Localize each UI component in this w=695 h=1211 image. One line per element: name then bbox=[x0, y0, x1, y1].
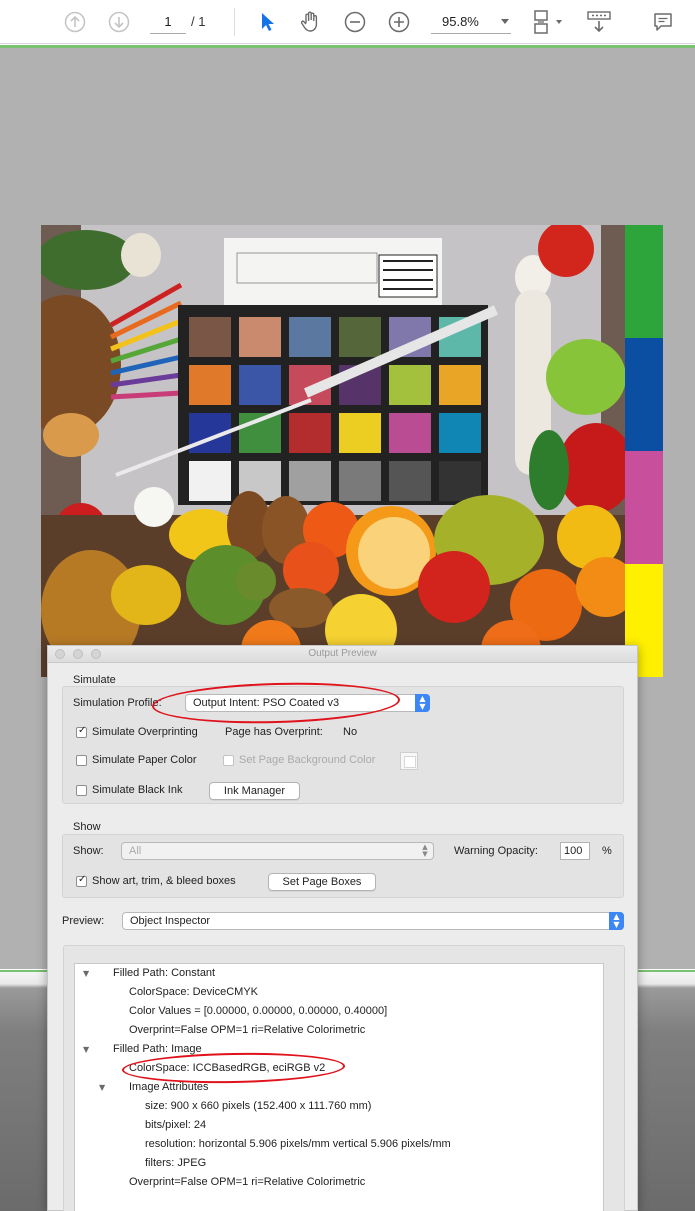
toolbar-divider bbox=[234, 8, 235, 36]
simulate-black-ink-checkbox[interactable] bbox=[76, 785, 87, 796]
top-toolbar: 1 / 1 95.8% bbox=[0, 0, 695, 44]
color-checker-patch bbox=[339, 413, 381, 453]
zoom-in-icon[interactable] bbox=[387, 10, 411, 34]
preview-dropdown[interactable]: Object Inspector ▲ ▼ bbox=[122, 912, 624, 930]
disclosure-triangle-icon[interactable]: ▼ bbox=[83, 1045, 89, 1054]
color-bar bbox=[625, 225, 663, 338]
color-checker-patch bbox=[239, 365, 281, 405]
set-page-boxes-button[interactable]: Set Page Boxes bbox=[268, 873, 376, 891]
tree-item[interactable]: ColorSpace: ICCBasedRGB, eciRGB v2 bbox=[129, 1059, 325, 1077]
chevron-updown-icon: ▲ ▼ bbox=[415, 694, 430, 712]
color-checker-patch bbox=[389, 413, 431, 453]
previous-page-icon[interactable] bbox=[63, 10, 87, 34]
show-bleed-boxes-label: Show art, trim, & bleed boxes bbox=[92, 875, 236, 887]
object-inspector-tree[interactable]: ▼ Filled Path: Constant ColorSpace: Devi… bbox=[74, 963, 604, 1211]
dialog-titlebar[interactable]: Output Preview bbox=[48, 646, 637, 663]
tree-item[interactable]: Overprint=False OPM=1 ri=Relative Colori… bbox=[129, 1173, 365, 1191]
disclosure-triangle-icon[interactable]: ▼ bbox=[83, 969, 89, 978]
object-inspector-panel: ▼ Filled Path: Constant ColorSpace: Devi… bbox=[63, 945, 625, 1211]
simulation-profile-value: Output Intent: PSO Coated v3 bbox=[193, 697, 340, 709]
hand-tool-icon[interactable] bbox=[298, 8, 324, 36]
tree-item[interactable]: Filled Path: Image bbox=[113, 1040, 202, 1058]
color-checker-patch bbox=[289, 413, 331, 453]
toolbar-accent-line bbox=[0, 44, 695, 48]
tree-item[interactable]: Filled Path: Constant bbox=[113, 964, 215, 982]
tree-item[interactable]: resolution: horizontal 5.906 pixels/mm v… bbox=[145, 1135, 451, 1153]
chevron-updown-icon: ▲ ▼ bbox=[422, 843, 428, 858]
chevron-updown-icon: ▲ ▼ bbox=[609, 912, 624, 930]
page-display-icon[interactable] bbox=[530, 8, 568, 36]
simulate-overprinting-label: Simulate Overprinting bbox=[92, 726, 198, 738]
simulate-overprinting-checkbox[interactable] bbox=[76, 725, 87, 738]
set-page-background-label: Set Page Background Color bbox=[239, 754, 376, 766]
page-background-color-swatch[interactable] bbox=[400, 752, 418, 770]
color-checker-patch bbox=[189, 461, 231, 501]
preview-value: Object Inspector bbox=[130, 915, 211, 927]
page-has-overprint-value: No bbox=[343, 726, 358, 738]
tree-item[interactable]: Color Values = [0.00000, 0.00000, 0.0000… bbox=[129, 1002, 387, 1020]
zoom-out-icon[interactable] bbox=[343, 10, 367, 34]
show-label: Show: bbox=[73, 845, 104, 857]
color-checker-patch bbox=[389, 365, 431, 405]
color-checker-patch bbox=[339, 317, 381, 357]
next-page-icon[interactable] bbox=[107, 10, 131, 34]
color-checker-patch bbox=[389, 461, 431, 501]
zoom-level-value: 95.8% bbox=[442, 14, 479, 29]
tree-item[interactable]: Overprint=False OPM=1 ri=Relative Colori… bbox=[129, 1021, 365, 1039]
color-bars bbox=[625, 225, 663, 677]
tree-item[interactable]: Image Attributes bbox=[129, 1078, 209, 1096]
simulation-profile-label: Simulation Profile: bbox=[73, 697, 162, 709]
percent-label: % bbox=[602, 845, 612, 857]
dialog-title: Output Preview bbox=[308, 648, 377, 659]
select-arrow-icon[interactable] bbox=[256, 9, 278, 35]
comment-icon[interactable] bbox=[651, 10, 675, 34]
tree-item[interactable]: ColorSpace: DeviceCMYK bbox=[129, 983, 258, 1001]
show-section-label: Show bbox=[73, 821, 101, 833]
show-value: All bbox=[129, 845, 142, 857]
color-checker-patch bbox=[239, 317, 281, 357]
color-bar bbox=[625, 451, 663, 564]
chevron-down-icon bbox=[501, 19, 509, 24]
simulate-section-label: Simulate bbox=[73, 674, 116, 686]
warning-opacity-input[interactable]: 100 bbox=[560, 842, 590, 860]
preview-label: Preview: bbox=[62, 915, 105, 927]
page-photo bbox=[41, 225, 625, 677]
color-checker-patch bbox=[439, 461, 481, 501]
simulate-paper-color-checkbox[interactable] bbox=[76, 755, 87, 766]
color-checker-patch bbox=[339, 461, 381, 501]
tree-item[interactable]: filters: JPEG bbox=[145, 1154, 206, 1172]
color-checker-patch bbox=[189, 317, 231, 357]
show-bleed-boxes-checkbox[interactable] bbox=[76, 874, 87, 887]
tree-item[interactable]: bits/pixel: 24 bbox=[145, 1116, 206, 1134]
color-checker-patch bbox=[289, 461, 331, 501]
zoom-level-dropdown[interactable]: 95.8% bbox=[431, 10, 511, 34]
show-dropdown[interactable]: All ▲ ▼ bbox=[121, 842, 434, 860]
disclosure-triangle-icon[interactable]: ▼ bbox=[99, 1083, 105, 1092]
color-bar bbox=[625, 338, 663, 451]
document-page bbox=[41, 225, 663, 677]
color-checker-patch bbox=[189, 365, 231, 405]
color-checker-patch bbox=[289, 317, 331, 357]
simulate-black-ink-label: Simulate Black Ink bbox=[92, 784, 183, 796]
color-checker-patch bbox=[439, 413, 481, 453]
page-number-input[interactable]: 1 bbox=[150, 10, 186, 34]
tree-item[interactable]: size: 900 x 660 pixels (152.400 x 111.76… bbox=[145, 1097, 371, 1115]
color-checker-patch bbox=[439, 365, 481, 405]
page-has-overprint-label: Page has Overprint: bbox=[225, 726, 323, 738]
scrolling-mode-icon[interactable] bbox=[585, 9, 613, 35]
page-total: / 1 bbox=[191, 14, 206, 29]
output-preview-dialog: Output Preview Simulate Simulation Profi… bbox=[47, 645, 638, 1211]
warning-opacity-label: Warning Opacity: bbox=[454, 845, 538, 857]
ink-manager-button[interactable]: Ink Manager bbox=[209, 782, 300, 800]
set-page-background-checkbox[interactable] bbox=[223, 755, 234, 766]
simulate-paper-color-label: Simulate Paper Color bbox=[92, 754, 197, 766]
simulation-profile-dropdown[interactable]: Output Intent: PSO Coated v3 ▲ ▼ bbox=[185, 694, 430, 712]
